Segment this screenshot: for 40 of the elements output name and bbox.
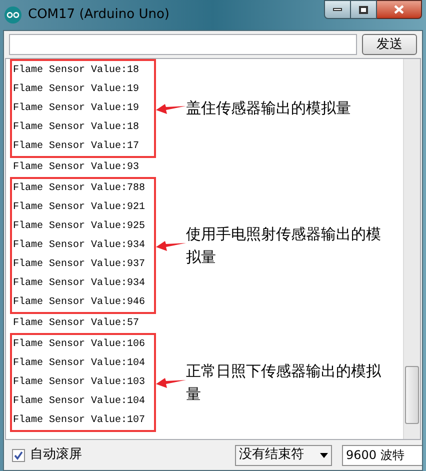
serial-output-line: Flame Sensor Value:17 <box>13 140 140 154</box>
annotation-text: 正常日照下传感器输出的模拟量 <box>186 360 382 404</box>
app-logo-icon <box>4 6 22 24</box>
autoscroll-checkbox[interactable] <box>12 448 25 462</box>
scrollbar-thumb[interactable] <box>405 366 419 424</box>
serial-output-line: Flame Sensor Value:921 <box>13 200 146 215</box>
close-button[interactable] <box>377 0 422 19</box>
serial-output-line: Flame Sensor Value:103 <box>13 376 146 390</box>
serial-output-line: Flame Sensor Value:18 <box>13 64 140 78</box>
serial-output-line: Flame Sensor Value:57 <box>13 316 140 331</box>
serial-output-line: Flame Sensor Value:934 <box>13 276 146 291</box>
arrow-icon <box>156 102 186 116</box>
serial-output-line: Flame Sensor Value:104 <box>13 356 146 371</box>
serial-output-line: Flame Sensor Value:788 <box>13 182 146 196</box>
message-input[interactable] <box>9 34 357 55</box>
serial-output-line: Flame Sensor Value:937 <box>13 258 146 272</box>
line-ending-dropdown[interactable]: 没有结束符 <box>235 444 332 466</box>
window-title: COM17 (Arduino Uno) <box>28 6 170 24</box>
autoscroll-label: 自动滚屏 <box>30 446 82 464</box>
serial-output-line: Flame Sensor Value:93 <box>13 160 140 175</box>
arrow-icon <box>156 238 186 252</box>
maximize-button[interactable] <box>351 0 377 19</box>
serial-output-line: Flame Sensor Value:934 <box>13 238 146 253</box>
close-icon <box>394 5 404 14</box>
annotation-text: 使用手电照射传感器输出的模拟量 <box>186 224 382 268</box>
serial-output-line: Flame Sensor Value:107 <box>13 414 146 428</box>
dropdown-caret-icon <box>320 452 328 458</box>
serial-output-line: Flame Sensor Value:19 <box>13 82 140 97</box>
serial-output-line: Flame Sensor Value:106 <box>13 338 146 352</box>
arrow-icon <box>156 376 186 390</box>
minimize-button[interactable] <box>324 0 351 19</box>
send-button[interactable]: 发送 <box>362 34 417 55</box>
serial-output-line: Flame Sensor Value:19 <box>13 102 140 116</box>
serial-output-line: Flame Sensor Value:104 <box>13 394 146 409</box>
baud-rate-dropdown[interactable]: 9600 波特 <box>342 444 422 466</box>
annotation-text: 盖住传感器输出的模拟量 <box>186 98 352 119</box>
serial-output-line: Flame Sensor Value:925 <box>13 220 146 234</box>
serial-output-line: Flame Sensor Value:18 <box>13 120 140 135</box>
serial-output-line: Flame Sensor Value:946 <box>13 296 146 310</box>
scrollbar[interactable] <box>403 59 420 439</box>
